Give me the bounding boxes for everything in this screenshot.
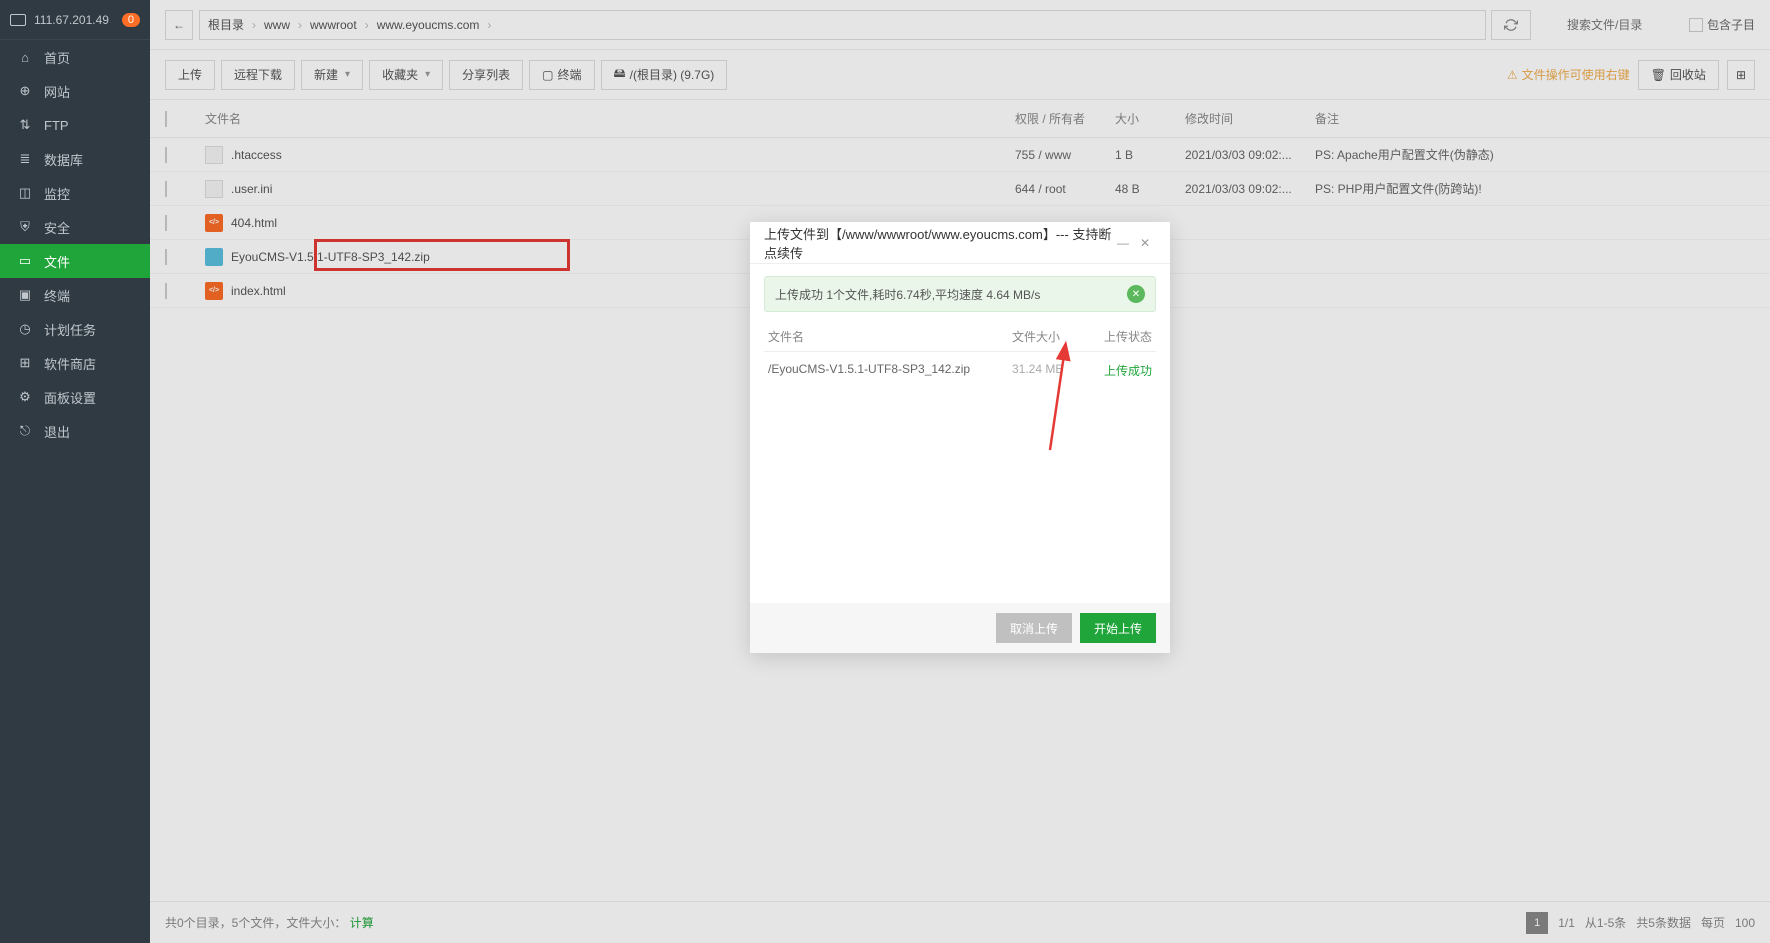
- sidebar-item-home[interactable]: ⌂ 首页: [0, 40, 150, 74]
- sidebar-item-db[interactable]: ≣ 数据库: [0, 142, 150, 176]
- monitor-icon: ◫: [18, 186, 32, 200]
- sidebar-item-label: 软件商店: [44, 354, 96, 373]
- upload-col-size: 文件大小: [1012, 328, 1092, 345]
- modal-header[interactable]: 上传文件到【/www/wwwroot/www.eyoucms.com】--- 支…: [750, 222, 1170, 264]
- start-upload-button[interactable]: 开始上传: [1080, 613, 1156, 643]
- globe-icon: ⊕: [18, 84, 32, 98]
- folder-icon: ▭: [18, 254, 32, 268]
- sidebar-item-shield[interactable]: ⛨ 安全: [0, 210, 150, 244]
- sidebar-item-label: 首页: [44, 48, 70, 67]
- sidebar-item-settings[interactable]: ⚙ 面板设置: [0, 380, 150, 414]
- upload-file-status: 上传成功: [1092, 362, 1152, 379]
- upload-col-status: 上传状态: [1092, 328, 1152, 345]
- cancel-upload-button[interactable]: 取消上传: [996, 613, 1072, 643]
- store-icon: ⊞: [18, 356, 32, 370]
- db-icon: ≣: [18, 152, 32, 166]
- modal-backdrop: 上传文件到【/www/wwwroot/www.eyoucms.com】--- 支…: [150, 0, 1770, 943]
- upload-file-row: /EyouCMS-V1.5.1-UTF8-SP3_142.zip 31.24 M…: [764, 352, 1156, 389]
- main-content: ← 根目录›www›wwwroot›www.eyoucms.com› 包含子目 …: [150, 0, 1770, 943]
- sidebar-item-ftp[interactable]: ⇅ FTP: [0, 108, 150, 142]
- monitor-icon: [10, 14, 26, 26]
- home-icon: ⌂: [18, 50, 32, 64]
- modal-title: 上传文件到【/www/wwwroot/www.eyoucms.com】--- 支…: [764, 224, 1112, 262]
- shield-icon: ⛨: [18, 220, 32, 234]
- sidebar-item-folder[interactable]: ▭ 文件: [0, 244, 150, 278]
- success-text: 上传成功 1个文件,耗时6.74秒,平均速度 4.64 MB/s: [775, 286, 1040, 303]
- banner-close-button[interactable]: ✕: [1127, 285, 1145, 303]
- sidebar-header: 111.67.201.49 0: [0, 0, 150, 40]
- modal-close-button[interactable]: ✕: [1134, 232, 1156, 254]
- upload-file-name: /EyouCMS-V1.5.1-UTF8-SP3_142.zip: [768, 362, 1012, 379]
- sidebar-item-label: FTP: [44, 118, 69, 133]
- upload-col-name: 文件名: [768, 328, 1012, 345]
- sidebar-item-monitor[interactable]: ◫ 监控: [0, 176, 150, 210]
- modal-minimize-button[interactable]: —: [1112, 232, 1134, 254]
- sidebar: 111.67.201.49 0 ⌂ 首页 ⊕ 网站 ⇅ FTP ≣ 数据库 ◫ 监控 ⛨ 安全 ▭ 文件 ▣…: [0, 0, 150, 943]
- sidebar-item-globe[interactable]: ⊕ 网站: [0, 74, 150, 108]
- sidebar-item-label: 监控: [44, 184, 70, 203]
- sidebar-item-label: 终端: [44, 286, 70, 305]
- sidebar-item-task[interactable]: ◷ 计划任务: [0, 312, 150, 346]
- sidebar-item-label: 计划任务: [44, 320, 96, 339]
- server-ip: 111.67.201.49: [34, 13, 122, 27]
- terminal-icon: ▣: [18, 288, 32, 302]
- ftp-icon: ⇅: [18, 118, 32, 132]
- sidebar-item-label: 退出: [44, 422, 70, 441]
- upload-file-size: 31.24 MB: [1012, 362, 1092, 379]
- sidebar-item-label: 安全: [44, 218, 70, 237]
- logout-icon: ⎋: [18, 424, 32, 438]
- sidebar-item-terminal[interactable]: ▣ 终端: [0, 278, 150, 312]
- sidebar-item-store[interactable]: ⊞ 软件商店: [0, 346, 150, 380]
- upload-modal: 上传文件到【/www/wwwroot/www.eyoucms.com】--- 支…: [750, 222, 1170, 653]
- task-icon: ◷: [18, 322, 32, 336]
- sidebar-item-logout[interactable]: ⎋ 退出: [0, 414, 150, 448]
- settings-icon: ⚙: [18, 390, 32, 404]
- sidebar-item-label: 文件: [44, 252, 70, 271]
- sidebar-item-label: 网站: [44, 82, 70, 101]
- notification-badge[interactable]: 0: [122, 13, 140, 27]
- sidebar-item-label: 面板设置: [44, 388, 96, 407]
- sidebar-item-label: 数据库: [44, 150, 83, 169]
- success-banner: 上传成功 1个文件,耗时6.74秒,平均速度 4.64 MB/s ✕: [764, 276, 1156, 312]
